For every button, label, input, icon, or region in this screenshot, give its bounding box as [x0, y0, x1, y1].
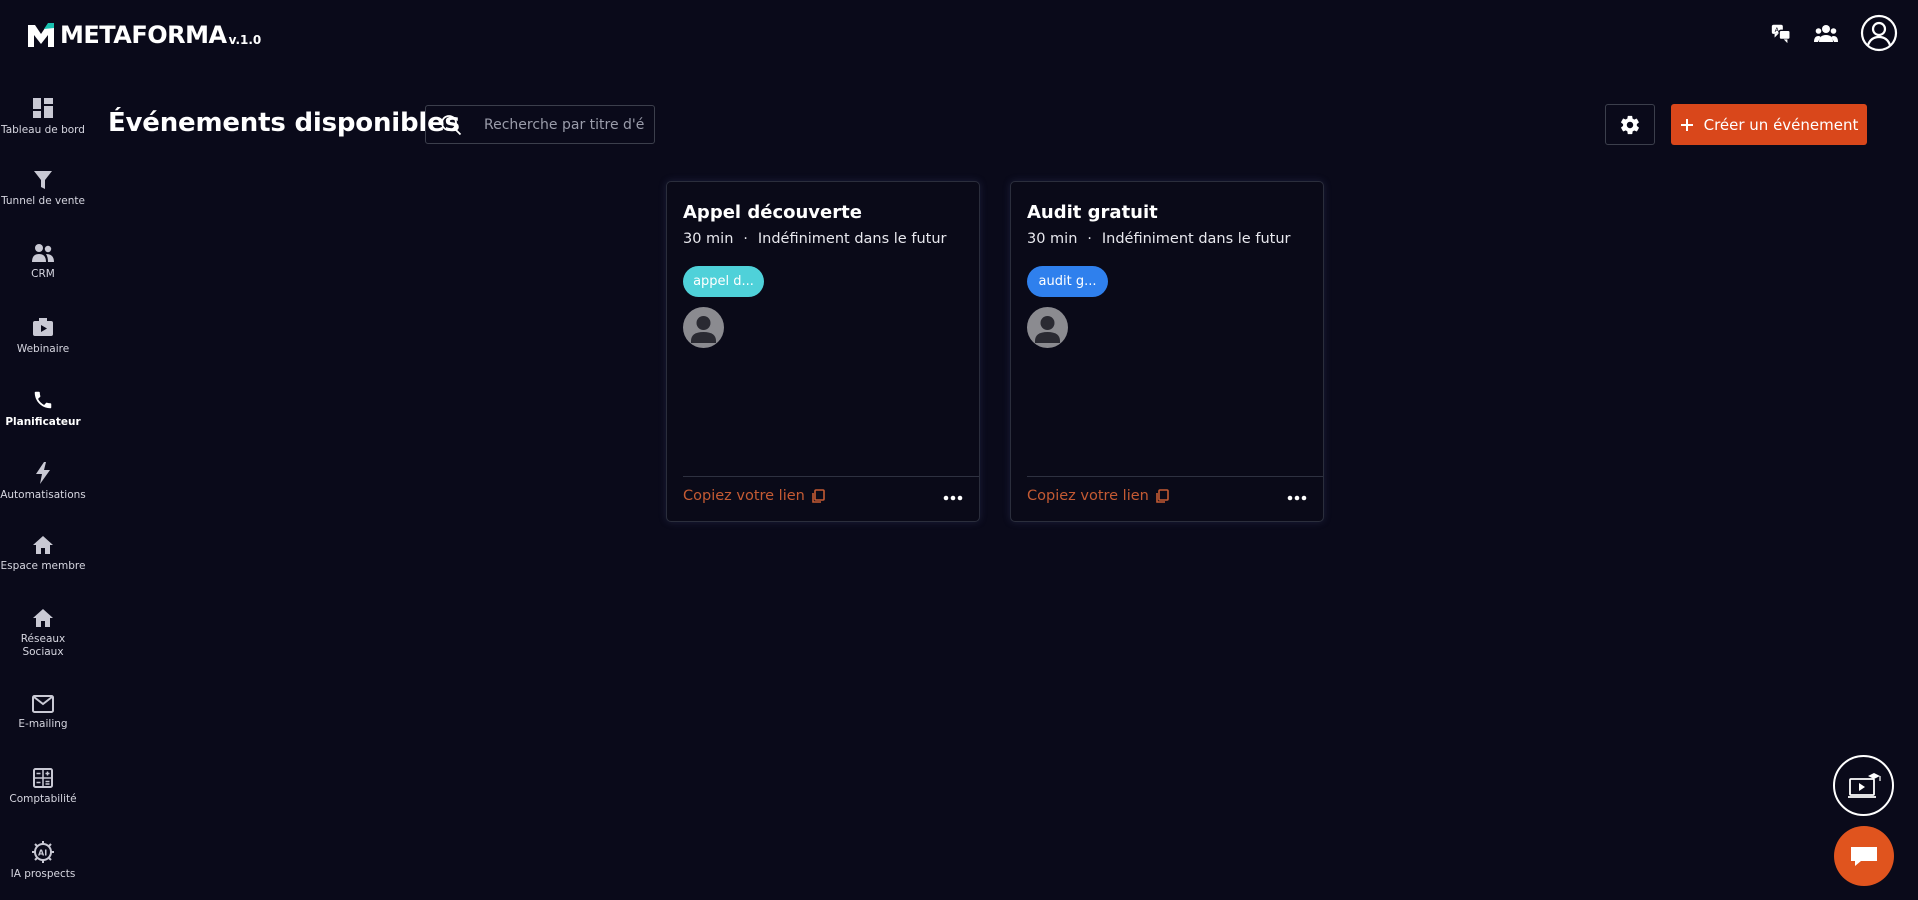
crm-icon — [32, 244, 54, 262]
create-event-button[interactable]: Créer un événement — [1671, 104, 1867, 145]
search-icon — [441, 114, 462, 135]
chat-icon — [1851, 847, 1877, 866]
event-card[interactable]: Audit gratuit 30 min · Indéfiniment dans… — [1010, 181, 1324, 522]
more-options-button[interactable] — [1285, 486, 1309, 510]
avatar — [1027, 307, 1068, 348]
calculator-icon — [33, 768, 53, 788]
copy-link-button[interactable]: Copiez votre lien — [683, 488, 825, 504]
app-logo[interactable]: METAFORMA v.1.0 — [26, 20, 261, 50]
event-availability: Indéfiniment dans le futur — [1101, 231, 1291, 247]
svg-text:AI: AI — [38, 849, 47, 858]
event-title: Appel découverte — [683, 202, 862, 223]
mail-icon — [32, 695, 54, 713]
sidebar-item-label: Automatisations — [0, 489, 86, 501]
svg-text:A: A — [1775, 26, 1780, 34]
event-meta: 30 min · Indéfiniment dans le futur — [1027, 231, 1290, 247]
page-title: Événements disponibles — [108, 108, 460, 138]
sidebar-item-label: IA prospects — [10, 868, 76, 880]
person-icon — [691, 316, 716, 343]
metaforma-logo-icon — [28, 23, 54, 47]
topbar-actions: A — [1770, 14, 1898, 52]
home-icon — [33, 609, 53, 627]
more-horizontal-icon — [943, 495, 963, 501]
sidebar-item-label: CRM — [31, 268, 55, 280]
person-icon — [1035, 316, 1060, 343]
gear-icon — [1621, 115, 1639, 134]
dashboard-icon — [33, 98, 53, 118]
sidebar-item-crm[interactable]: CRM — [0, 243, 86, 281]
more-options-button[interactable] — [941, 486, 965, 510]
phone-icon — [34, 391, 52, 409]
copy-link-button[interactable]: Copiez votre lien — [1027, 488, 1169, 504]
sidebar-item-ia-prospects[interactable]: AI IA prospects — [0, 841, 86, 881]
sidebar-item-label: Espace membre — [0, 560, 86, 572]
sidebar-item-label: Tableau de bord — [1, 124, 85, 136]
sidebar-item-reseaux-sociaux[interactable]: Réseaux Sociaux — [0, 608, 86, 659]
chat-button[interactable] — [1834, 826, 1894, 886]
account-icon[interactable] — [1860, 14, 1898, 52]
create-event-label: Créer un événement — [1703, 115, 1859, 134]
funnel-icon — [34, 171, 52, 189]
tutorial-button[interactable] — [1833, 755, 1894, 816]
copy-link-label: Copiez votre lien — [1027, 488, 1149, 504]
more-horizontal-icon — [1287, 495, 1307, 501]
separator-dot: · — [1087, 231, 1092, 247]
copy-icon — [1156, 488, 1169, 503]
event-meta: 30 min · Indéfiniment dans le futur — [683, 231, 946, 247]
video-tutorial-icon — [1847, 772, 1881, 798]
sidebar-item-label: Webinaire — [16, 343, 70, 355]
event-availability: Indéfiniment dans le futur — [757, 231, 947, 247]
settings-button[interactable] — [1605, 104, 1655, 145]
bolt-icon — [36, 462, 50, 484]
card-divider — [1027, 476, 1323, 477]
sidebar-item-tableau-de-bord[interactable]: Tableau de bord — [0, 97, 86, 137]
app-version: v.1.0 — [228, 33, 262, 47]
sidebar-item-label: Planificateur — [5, 416, 81, 428]
ai-icon: AI — [32, 841, 54, 863]
separator-dot: · — [743, 231, 748, 247]
avatar — [683, 307, 724, 348]
copy-link-label: Copiez votre lien — [683, 488, 805, 504]
event-tag: appel d... — [683, 266, 764, 297]
event-title: Audit gratuit — [1027, 202, 1158, 223]
sidebar-item-automatisations[interactable]: Automatisations — [0, 462, 86, 502]
translate-icon[interactable]: A — [1770, 22, 1792, 44]
sidebar-item-label: E-mailing — [18, 718, 68, 730]
plus-icon — [1680, 118, 1693, 131]
event-card[interactable]: Appel découverte 30 min · Indéfiniment d… — [666, 181, 980, 522]
search-input[interactable] — [484, 116, 644, 133]
sidebar-item-webinaire[interactable]: Webinaire — [0, 316, 86, 356]
sidebar-item-tunnel-de-vente[interactable]: Tunnel de vente — [0, 170, 86, 208]
event-duration: 30 min — [1027, 231, 1078, 247]
event-duration: 30 min — [683, 231, 734, 247]
sidebar-item-espace-membre[interactable]: Espace membre — [0, 535, 86, 573]
home-icon — [33, 536, 53, 554]
sidebar-item-label: Réseaux Sociaux — [20, 633, 66, 658]
brand-name: METAFORMA — [60, 21, 227, 49]
sidebar-item-label: Comptabilité — [9, 793, 77, 805]
sidebar-item-e-mailing[interactable]: E-mailing — [0, 695, 86, 731]
sidebar-item-comptabilite[interactable]: Comptabilité — [0, 768, 86, 806]
sidebar-item-planificateur[interactable]: Planificateur — [0, 389, 86, 429]
event-tag: audit g... — [1027, 266, 1108, 297]
search-box — [425, 105, 655, 144]
copy-icon — [812, 488, 825, 503]
card-divider — [683, 476, 979, 477]
team-icon[interactable] — [1814, 23, 1838, 43]
sidebar-item-label: Tunnel de vente — [1, 195, 85, 207]
webinar-icon — [33, 318, 53, 336]
